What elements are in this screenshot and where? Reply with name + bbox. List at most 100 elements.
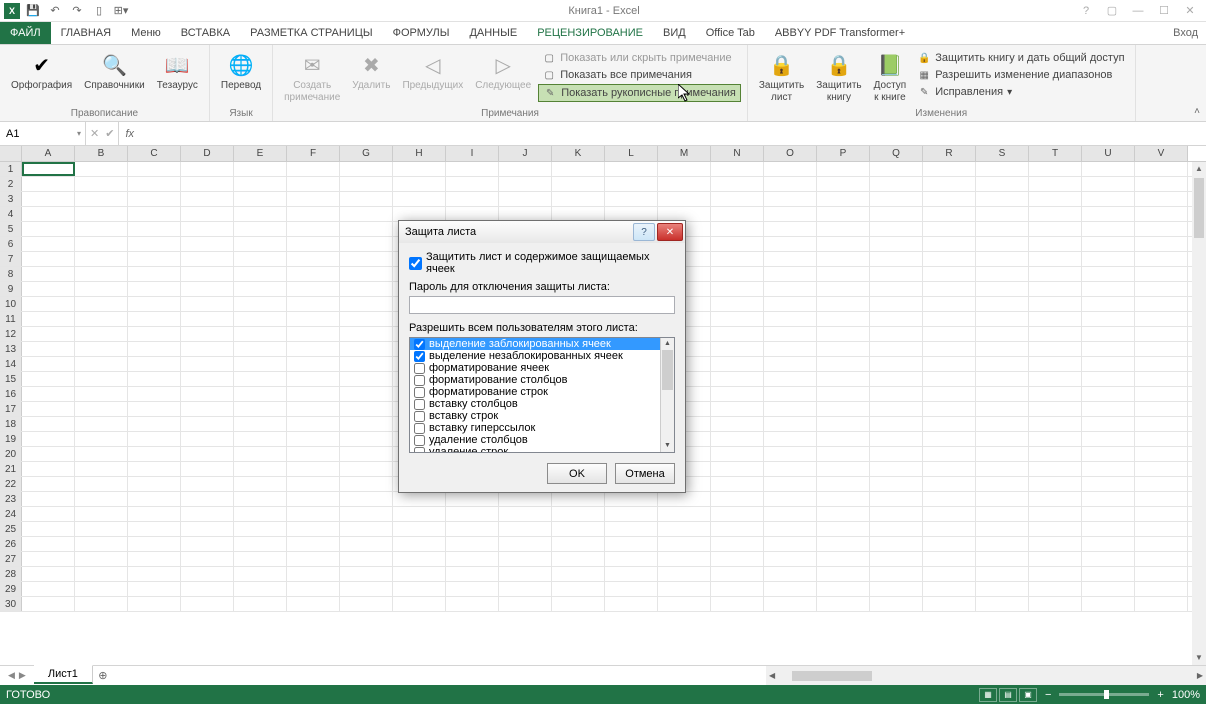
cell-F3[interactable]: [287, 192, 340, 206]
cell-M23[interactable]: [658, 492, 711, 506]
cell-U13[interactable]: [1082, 342, 1135, 356]
cell-C14[interactable]: [128, 357, 181, 371]
cell-A9[interactable]: [22, 282, 75, 296]
cell-V16[interactable]: [1135, 387, 1188, 401]
cell-E1[interactable]: [234, 162, 287, 176]
cell-F26[interactable]: [287, 537, 340, 551]
cell-F7[interactable]: [287, 252, 340, 266]
cell-E19[interactable]: [234, 432, 287, 446]
cell-S5[interactable]: [976, 222, 1029, 236]
cell-R20[interactable]: [923, 447, 976, 461]
cell-Q29[interactable]: [870, 582, 923, 596]
cell-J26[interactable]: [499, 537, 552, 551]
cell-M4[interactable]: [658, 207, 711, 221]
cell-U15[interactable]: [1082, 372, 1135, 386]
col-header-S[interactable]: S: [976, 146, 1029, 161]
row-header-21[interactable]: 21: [0, 462, 22, 476]
cell-P12[interactable]: [817, 327, 870, 341]
cell-J29[interactable]: [499, 582, 552, 596]
cell-M1[interactable]: [658, 162, 711, 176]
cell-O30[interactable]: [764, 597, 817, 611]
cell-P15[interactable]: [817, 372, 870, 386]
cell-E18[interactable]: [234, 417, 287, 431]
cell-V10[interactable]: [1135, 297, 1188, 311]
cell-A15[interactable]: [22, 372, 75, 386]
cell-I2[interactable]: [446, 177, 499, 191]
cell-M28[interactable]: [658, 567, 711, 581]
perm-checkbox-5[interactable]: [414, 399, 425, 410]
cell-D25[interactable]: [181, 522, 234, 536]
cell-O7[interactable]: [764, 252, 817, 266]
page-break-view-icon[interactable]: ▣: [1019, 688, 1037, 702]
permissions-list[interactable]: выделение заблокированных ячееквыделение…: [409, 337, 675, 453]
cell-B7[interactable]: [75, 252, 128, 266]
cell-U3[interactable]: [1082, 192, 1135, 206]
cell-T10[interactable]: [1029, 297, 1082, 311]
cell-G17[interactable]: [340, 402, 393, 416]
cell-A4[interactable]: [22, 207, 75, 221]
cell-O17[interactable]: [764, 402, 817, 416]
cell-V17[interactable]: [1135, 402, 1188, 416]
col-header-N[interactable]: N: [711, 146, 764, 161]
cell-S26[interactable]: [976, 537, 1029, 551]
tab-data[interactable]: ДАННЫЕ: [459, 22, 527, 44]
cell-G19[interactable]: [340, 432, 393, 446]
cell-E21[interactable]: [234, 462, 287, 476]
cell-V15[interactable]: [1135, 372, 1188, 386]
cell-K23[interactable]: [552, 492, 605, 506]
cell-U9[interactable]: [1082, 282, 1135, 296]
cell-E8[interactable]: [234, 267, 287, 281]
cell-O10[interactable]: [764, 297, 817, 311]
cell-M27[interactable]: [658, 552, 711, 566]
select-all-corner[interactable]: [0, 146, 22, 161]
cell-S23[interactable]: [976, 492, 1029, 506]
cell-V3[interactable]: [1135, 192, 1188, 206]
cell-K24[interactable]: [552, 507, 605, 521]
cell-Q9[interactable]: [870, 282, 923, 296]
cell-K29[interactable]: [552, 582, 605, 596]
cell-E24[interactable]: [234, 507, 287, 521]
cell-D2[interactable]: [181, 177, 234, 191]
cell-U8[interactable]: [1082, 267, 1135, 281]
cell-N10[interactable]: [711, 297, 764, 311]
sheet-tab-1[interactable]: Лист1: [34, 665, 93, 684]
cell-U1[interactable]: [1082, 162, 1135, 176]
cell-C21[interactable]: [128, 462, 181, 476]
cell-Q11[interactable]: [870, 312, 923, 326]
cell-Q1[interactable]: [870, 162, 923, 176]
cell-G18[interactable]: [340, 417, 393, 431]
cell-V9[interactable]: [1135, 282, 1188, 296]
cell-L30[interactable]: [605, 597, 658, 611]
cell-O15[interactable]: [764, 372, 817, 386]
cell-B30[interactable]: [75, 597, 128, 611]
cell-Q15[interactable]: [870, 372, 923, 386]
cancel-button[interactable]: Отмена: [615, 463, 675, 484]
cell-F29[interactable]: [287, 582, 340, 596]
cell-P26[interactable]: [817, 537, 870, 551]
fx-label[interactable]: fx: [119, 122, 140, 145]
col-header-F[interactable]: F: [287, 146, 340, 161]
cell-E16[interactable]: [234, 387, 287, 401]
password-input[interactable]: [409, 296, 675, 314]
cell-T27[interactable]: [1029, 552, 1082, 566]
cell-Q4[interactable]: [870, 207, 923, 221]
cell-Q10[interactable]: [870, 297, 923, 311]
cell-S3[interactable]: [976, 192, 1029, 206]
cell-F5[interactable]: [287, 222, 340, 236]
cell-T6[interactable]: [1029, 237, 1082, 251]
cell-T18[interactable]: [1029, 417, 1082, 431]
cell-E11[interactable]: [234, 312, 287, 326]
cell-B18[interactable]: [75, 417, 128, 431]
cell-M25[interactable]: [658, 522, 711, 536]
perm-checkbox-1[interactable]: [414, 351, 425, 362]
cell-D3[interactable]: [181, 192, 234, 206]
cell-T28[interactable]: [1029, 567, 1082, 581]
row-header-14[interactable]: 14: [0, 357, 22, 371]
cell-M3[interactable]: [658, 192, 711, 206]
perm-item-6[interactable]: вставку строк: [410, 410, 674, 422]
cell-R21[interactable]: [923, 462, 976, 476]
col-header-D[interactable]: D: [181, 146, 234, 161]
cell-I30[interactable]: [446, 597, 499, 611]
cell-Q24[interactable]: [870, 507, 923, 521]
cell-T8[interactable]: [1029, 267, 1082, 281]
